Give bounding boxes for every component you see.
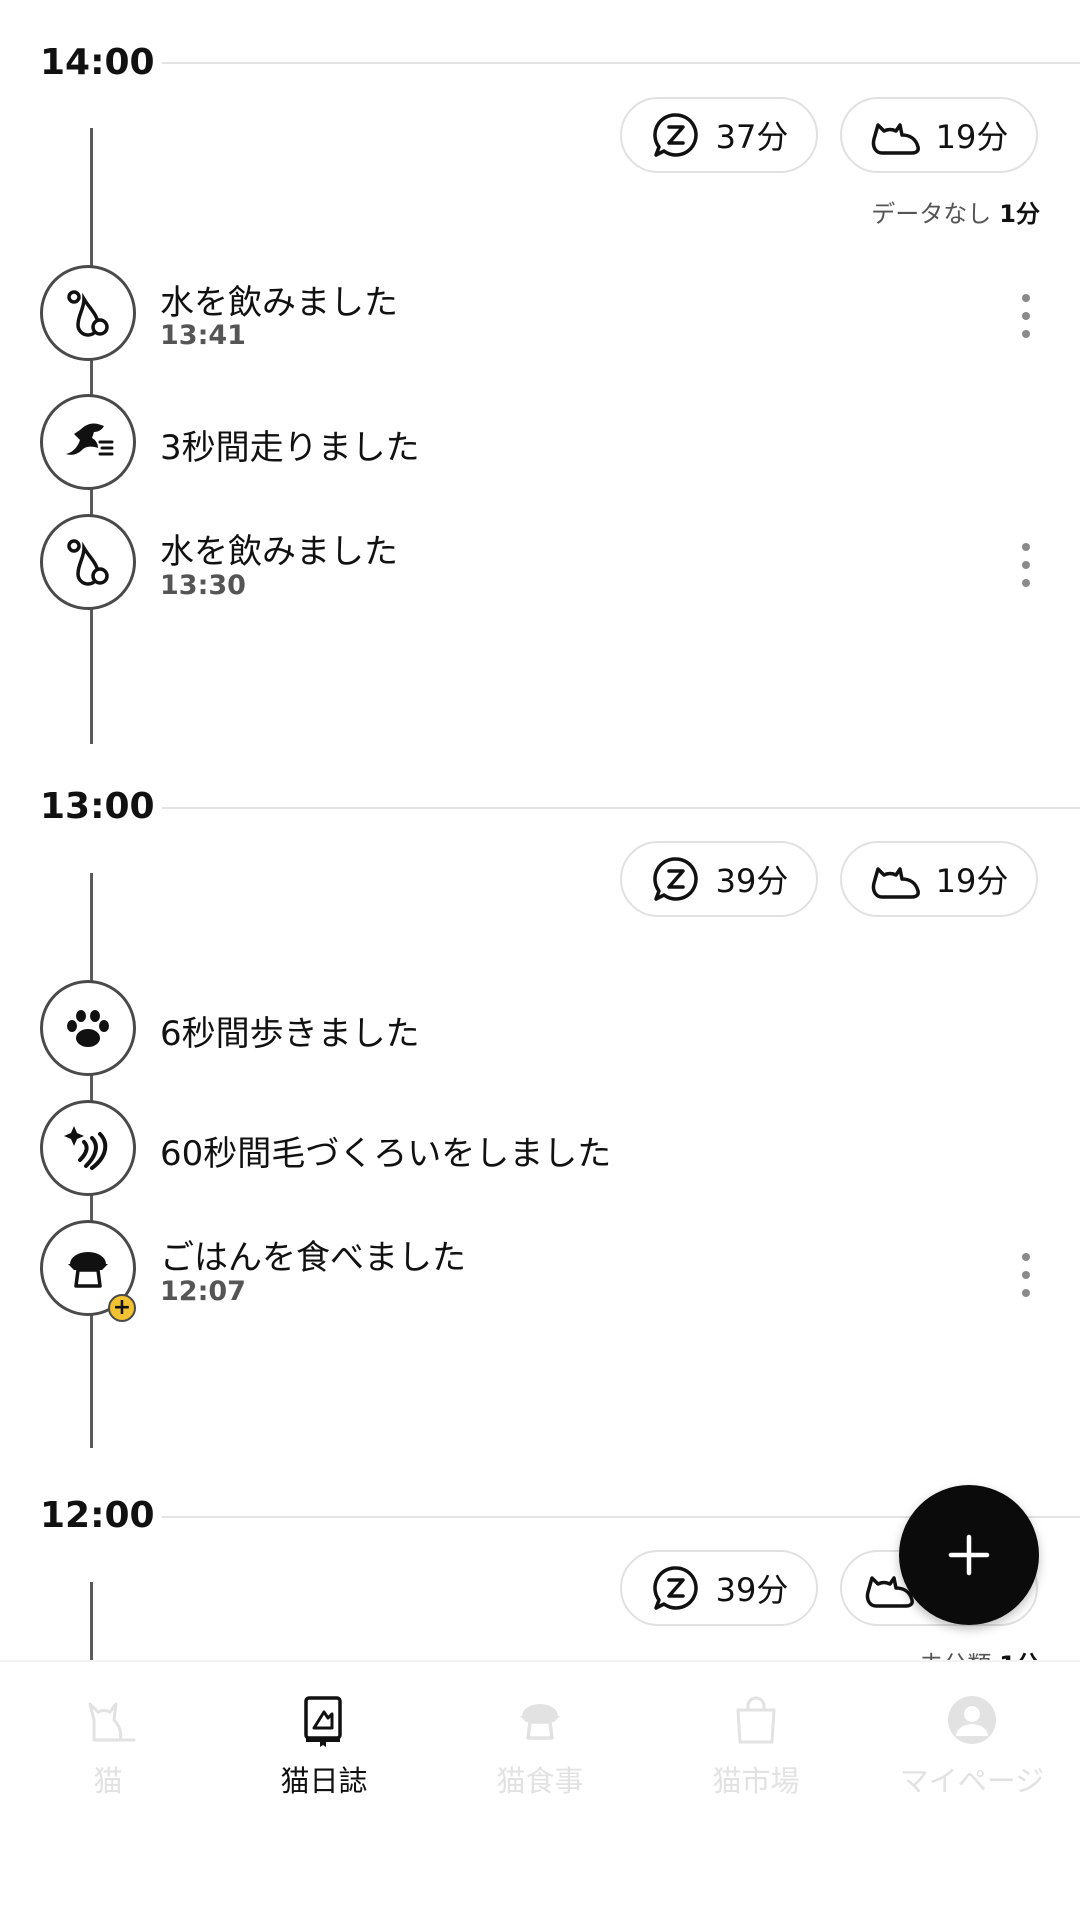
event-title: 6秒間歩きました [160,1014,420,1054]
shopping-bag-icon [736,1696,776,1744]
resting-cat-icon [871,123,920,155]
sleep-summary-pill[interactable]: 39分 [620,841,818,917]
sleep-summary-pill[interactable]: 37分 [620,97,818,173]
bottom-navigation: 猫 猫日誌 猫食事 猫市場 マイページ [0,1660,1080,1928]
sleep-duration: 39分 [715,1571,789,1609]
plus-icon [948,1534,990,1576]
water-drop-icon [40,514,136,610]
rest-summary-pill[interactable]: 19分 [840,841,1038,917]
sleep-icon [652,113,698,157]
user-icon [948,1696,996,1744]
running-cat-icon [40,394,136,490]
nav-item-food[interactable]: 猫食事 [432,1692,648,1800]
event-title: 水を飲みました [160,532,398,572]
event-title: 水を飲みました [160,283,398,323]
sleep-duration: 37分 [715,118,789,156]
grooming-icon [40,1100,136,1196]
event-time: 13:30 [160,570,246,601]
timeline-line [90,1582,93,1672]
nav-label: 猫食事 [496,1764,584,1798]
event-title: 60秒間毛づくろいをしました [160,1134,612,1174]
rest-duration: 19分 [935,118,1009,156]
resting-cat-icon [871,867,920,899]
add-record-button[interactable] [899,1485,1039,1625]
add-badge-icon: + [108,1294,136,1322]
event-title: 3秒間走りました [160,428,420,468]
food-bowl-icon [520,1704,560,1740]
more-options-button[interactable] [1016,294,1036,338]
sleep-icon [652,1566,698,1610]
nav-label: マイページ [899,1764,1045,1798]
no-data-value: 1分 [999,200,1040,228]
sleep-summary-pill[interactable]: 39分 [620,1550,818,1626]
more-options-button[interactable] [1016,1253,1036,1297]
event-time: 12:07 [160,1276,246,1307]
no-data-label: データなし [871,200,992,228]
event-time: 13:41 [160,320,246,351]
nav-label: 猫市場 [712,1764,800,1798]
hour-divider [162,807,1080,809]
water-drop-icon [40,265,136,361]
nav-item-mypage[interactable]: マイページ [864,1692,1080,1800]
rest-duration: 19分 [935,862,1009,900]
hour-divider [162,62,1080,64]
nav-item-cat[interactable]: 猫 [0,1692,216,1800]
nav-item-diary[interactable]: 猫日誌 [216,1692,432,1800]
diary-icon [304,1696,342,1747]
more-options-button[interactable] [1016,543,1036,587]
paw-icon [40,980,136,1076]
sleep-icon [652,857,698,901]
event-title: ごはんを食べました [160,1238,466,1278]
hour-label: 14:00 [40,42,155,83]
hour-label: 12:00 [40,1495,155,1536]
nav-label: 猫日誌 [280,1764,368,1798]
nav-label: 猫 [93,1764,123,1798]
hour-label: 13:00 [40,786,155,827]
cat-icon [88,1702,136,1742]
no-data-note: データなし 1分 [871,194,1040,229]
nav-item-market[interactable]: 猫市場 [648,1692,864,1800]
rest-summary-pill[interactable]: 19分 [840,97,1038,173]
sleep-duration: 39分 [715,862,789,900]
